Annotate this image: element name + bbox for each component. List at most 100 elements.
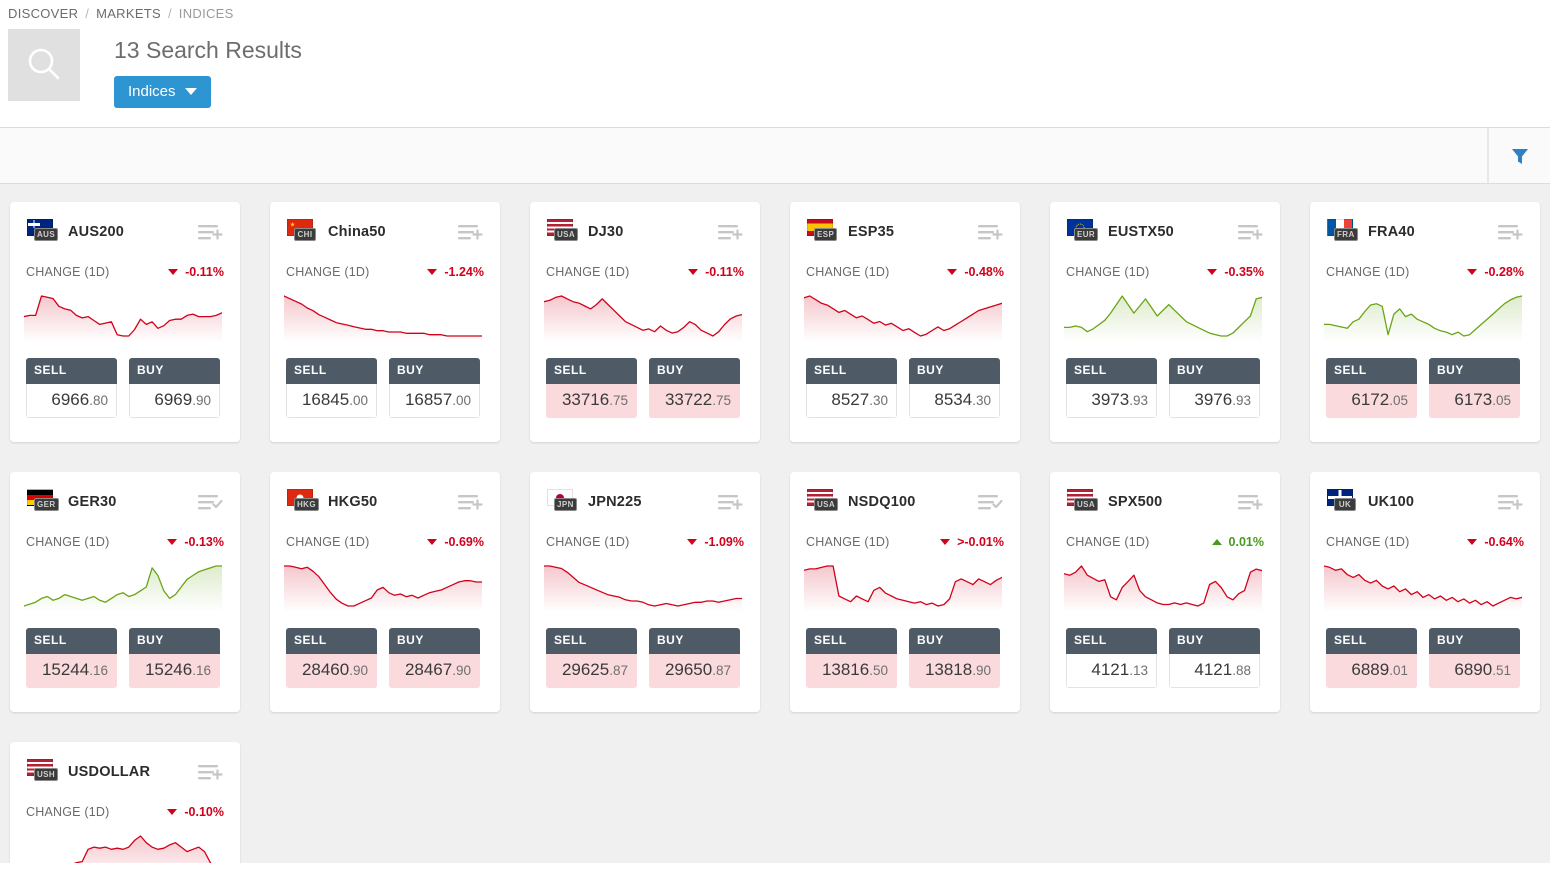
instrument-card[interactable]: USHUSDOLLARCHANGE (1D)-0.10% [10,742,240,863]
instrument-symbol: FRA40 [1368,224,1415,240]
instrument-card[interactable]: CHIChina50CHANGE (1D)-1.24%SELL16845.00B… [270,202,500,442]
change-label: CHANGE (1D) [546,265,629,279]
buy-label: BUY [649,628,740,654]
sell-price-block[interactable]: SELL4121.13 [1066,628,1157,688]
sell-price-integer: 16845 [302,390,349,409]
change-percent: -0.69% [444,535,484,549]
card-header: USHUSDOLLAR [26,758,224,786]
instrument-symbol: DJ30 [588,224,623,240]
change-row: CHANGE (1D)-1.24% [286,264,484,280]
change-label: CHANGE (1D) [26,535,109,549]
breadcrumb-item-markets[interactable]: MARKETS [96,6,161,21]
add-to-watchlist-icon[interactable] [458,222,484,242]
add-to-watchlist-icon[interactable] [1498,492,1524,512]
search-button[interactable] [8,29,80,101]
instrument-card[interactable]: ESPESP35CHANGE (1D)-0.48%SELL8527.30BUY8… [790,202,1020,442]
buy-price-decimal: .90 [192,393,211,408]
sell-price-decimal: .75 [609,393,628,408]
sell-price-block[interactable]: SELL33716.75 [546,358,637,418]
instrument-card[interactable]: EUREUSTX50CHANGE (1D)-0.35%SELL3973.93BU… [1050,202,1280,442]
card-header: FRA FRA40 [1326,218,1524,246]
buy-label: BUY [129,358,220,384]
sell-price-value: 3973.93 [1066,384,1157,419]
buy-label: BUY [1429,628,1520,654]
sell-label: SELL [806,628,897,654]
instrument-card[interactable]: JPNJPN225CHANGE (1D)-1.09%SELL29625.87BU… [530,472,760,712]
sell-price-decimal: .93 [1129,393,1148,408]
sell-label: SELL [26,628,117,654]
category-filter-button[interactable]: Indices [114,76,211,108]
change-label: CHANGE (1D) [26,805,109,819]
buy-price-block[interactable]: BUY16857.00 [389,358,480,418]
instrument-card[interactable]: HKGHKG50CHANGE (1D)-0.69%SELL28460.90BUY… [270,472,500,712]
triangle-down-icon [427,539,437,545]
sell-price-block[interactable]: SELL6889.01 [1326,628,1417,688]
sell-price-value: 16845.00 [286,384,377,419]
buy-price-block[interactable]: BUY33722.75 [649,358,740,418]
sell-label: SELL [546,628,637,654]
instrument-card[interactable]: FRAFRA40CHANGE (1D)-0.28%SELL6172.05BUY6… [1310,202,1540,442]
buy-price-block[interactable]: BUY 6969.90 [129,358,220,418]
sell-price-block[interactable]: SELL8527.30 [806,358,897,418]
change-value: -0.28% [1467,265,1524,279]
instrument-card[interactable]: GERGER30CHANGE (1D)-0.13%SELL15244.16BUY… [10,472,240,712]
sell-price-block[interactable]: SELL15244.16 [26,628,117,688]
change-row: CHANGE (1D)>-0.01% [806,534,1004,550]
add-to-watchlist-icon[interactable] [198,762,224,782]
add-to-watchlist-icon[interactable] [978,222,1004,242]
funnel-filter-icon [1509,145,1531,167]
sell-price-block[interactable]: SELL13816.50 [806,628,897,688]
instrument-symbol: ESP35 [848,224,894,240]
instrument-card[interactable]: USANSDQ100CHANGE (1D)>-0.01%SELL13816.50… [790,472,1020,712]
sell-price-block[interactable]: SELL6172.05 [1326,358,1417,418]
instrument-card[interactable]: UKUK100CHANGE (1D)-0.64%SELL6889.01BUY68… [1310,472,1540,712]
sell-price-block[interactable]: SELL29625.87 [546,628,637,688]
price-row: SELL16845.00BUY16857.00 [286,358,484,418]
add-to-watchlist-icon[interactable] [1498,222,1524,242]
buy-price-block[interactable]: BUY15246.16 [129,628,220,688]
buy-price-block[interactable]: BUY6890.51 [1429,628,1520,688]
instrument-symbol: AUS200 [68,224,124,240]
buy-label: BUY [909,628,1000,654]
add-to-watchlist-icon[interactable] [198,222,224,242]
price-sparkline-chart [24,562,222,612]
instrument-card[interactable]: USASPX500CHANGE (1D)0.01%SELL4121.13BUY4… [1050,472,1280,712]
buy-price-block[interactable]: BUY8534.30 [909,358,1000,418]
watchlist-added-icon[interactable] [198,492,224,512]
filter-button[interactable] [1488,128,1550,183]
sell-price-block[interactable]: SELL6966.80 [26,358,117,418]
price-sparkline-chart [1324,292,1522,342]
buy-price-block[interactable]: BUY4121.88 [1169,628,1260,688]
sell-price-value: 6966.80 [26,384,117,419]
instrument-card[interactable]: USADJ30CHANGE (1D)-0.11%SELL33716.75BUY3… [530,202,760,442]
buy-price-block[interactable]: BUY13818.90 [909,628,1000,688]
change-label: CHANGE (1D) [806,265,889,279]
flag-icon-usa: USA [1066,489,1100,515]
sell-price-block[interactable]: SELL3973.93 [1066,358,1157,418]
add-to-watchlist-icon[interactable] [718,222,744,242]
instrument-symbol: JPN225 [588,494,642,510]
add-to-watchlist-icon[interactable] [458,492,484,512]
add-to-watchlist-icon[interactable] [1238,222,1264,242]
change-row: CHANGE (1D)-1.09% [546,534,744,550]
sell-price-block[interactable]: SELL16845.00 [286,358,377,418]
buy-price-value: 4121.88 [1169,654,1260,689]
add-to-watchlist-icon[interactable] [1238,492,1264,512]
buy-price-value: 6173.05 [1429,384,1520,419]
price-sparkline-chart [804,562,1002,612]
change-value: -0.11% [168,265,224,279]
sell-price-decimal: .50 [869,663,888,678]
instrument-card[interactable]: AUSAUS200CHANGE (1D)-0.11%SELL6966.80BUY… [10,202,240,442]
sell-price-block[interactable]: SELL28460.90 [286,628,377,688]
watchlist-added-icon[interactable] [978,492,1004,512]
breadcrumb-item-discover[interactable]: DISCOVER [8,6,78,21]
triangle-down-icon [1207,269,1217,275]
flag-country-code: FRA [1334,228,1358,241]
add-to-watchlist-icon[interactable] [718,492,744,512]
buy-price-block[interactable]: BUY3976.93 [1169,358,1260,418]
buy-price-block[interactable]: BUY6173.05 [1429,358,1520,418]
buy-price-integer: 6969 [154,390,192,409]
buy-price-integer: 28467 [405,660,452,679]
buy-price-block[interactable]: BUY29650.87 [649,628,740,688]
buy-price-block[interactable]: BUY28467.90 [389,628,480,688]
